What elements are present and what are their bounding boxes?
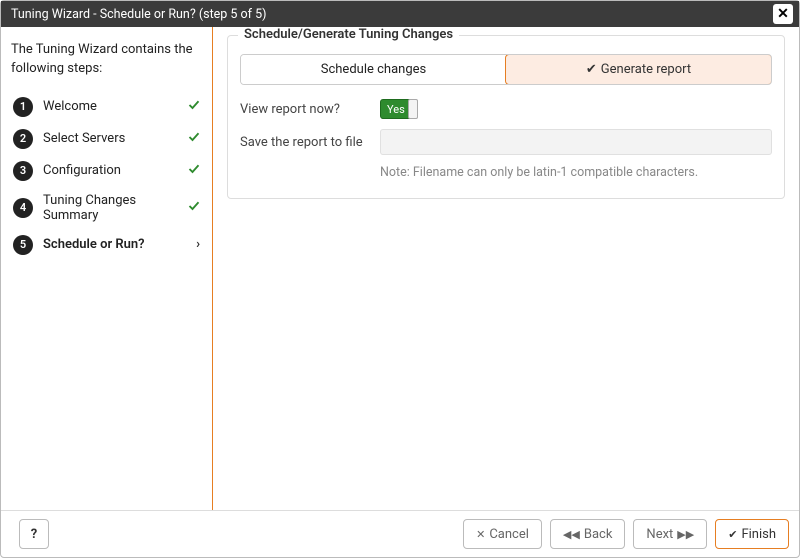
tuning-wizard-modal: Tuning Wizard - Schedule or Run? (step 5… — [0, 0, 800, 558]
close-icon: ✕ — [777, 6, 789, 22]
step-number: 3 — [13, 161, 33, 181]
forward-icon: ▶▶ — [677, 528, 694, 541]
filename-note: Note: Filename can only be latin-1 compa… — [380, 165, 772, 180]
help-button[interactable]: ? — [19, 519, 49, 549]
titlebar: Tuning Wizard - Schedule or Run? (step 5… — [1, 1, 799, 27]
step-label: Schedule or Run? — [43, 237, 190, 252]
save-report-input[interactable] — [380, 129, 772, 155]
rewind-icon: ◀◀ — [563, 528, 580, 541]
step-configuration[interactable]: 3 Configuration — [9, 155, 204, 187]
step-schedule-or-run[interactable]: 5 Schedule or Run? › — [9, 229, 204, 261]
wizard-steps: 1 Welcome 2 Select Servers 3 Configurati… — [9, 91, 204, 261]
tab-schedule-changes[interactable]: Schedule changes — [241, 55, 506, 84]
check-icon — [182, 200, 200, 216]
step-number: 1 — [13, 97, 33, 117]
button-label: Back — [584, 527, 613, 542]
step-welcome[interactable]: 1 Welcome — [9, 91, 204, 123]
step-label: Welcome — [43, 99, 176, 114]
view-report-now-label: View report now? — [240, 102, 380, 117]
toggle-knob — [408, 99, 418, 119]
check-icon — [182, 131, 200, 147]
step-number: 2 — [13, 129, 33, 149]
wizard-content: Schedule/Generate Tuning Changes Schedul… — [213, 27, 799, 510]
view-report-now-row: View report now? Yes — [240, 99, 772, 119]
action-tabs: Schedule changes ✔ Generate report — [240, 54, 772, 85]
schedule-generate-panel: Schedule/Generate Tuning Changes Schedul… — [227, 35, 785, 199]
check-icon: ✔ — [586, 62, 597, 77]
step-number: 4 — [13, 198, 33, 218]
panel-legend: Schedule/Generate Tuning Changes — [238, 27, 459, 42]
check-icon — [182, 99, 200, 115]
save-report-label: Save the report to file — [240, 135, 380, 150]
step-label: Tuning Changes Summary — [43, 193, 176, 223]
wizard-footer: ? ✕ Cancel ◀◀ Back Next ▶▶ ✔ Finish — [1, 510, 799, 557]
cancel-button[interactable]: ✕ Cancel — [463, 519, 542, 549]
sidebar-intro: The Tuning Wizard contains the following… — [11, 41, 202, 79]
close-button[interactable]: ✕ — [773, 4, 793, 24]
step-label: Configuration — [43, 163, 176, 178]
modal-body: The Tuning Wizard contains the following… — [1, 27, 799, 510]
tab-label: Generate report — [601, 62, 691, 77]
view-report-now-toggle[interactable]: Yes — [380, 99, 418, 119]
toggle-text: Yes — [387, 103, 405, 116]
save-report-row: Save the report to file — [240, 129, 772, 155]
step-select-servers[interactable]: 2 Select Servers — [9, 123, 204, 155]
tab-generate-report[interactable]: ✔ Generate report — [505, 54, 772, 85]
step-label: Select Servers — [43, 131, 176, 146]
finish-button[interactable]: ✔ Finish — [715, 519, 789, 549]
check-icon: ✔ — [728, 528, 737, 541]
button-label: Finish — [741, 527, 776, 542]
step-tuning-changes-summary[interactable]: 4 Tuning Changes Summary — [9, 187, 204, 229]
step-number: 5 — [13, 235, 33, 255]
x-icon: ✕ — [476, 528, 485, 541]
tab-label: Schedule changes — [321, 62, 426, 77]
button-label: Cancel — [489, 527, 529, 542]
window-title: Tuning Wizard - Schedule or Run? (step 5… — [11, 7, 773, 22]
wizard-sidebar: The Tuning Wizard contains the following… — [1, 27, 213, 510]
check-icon — [182, 163, 200, 179]
next-button[interactable]: Next ▶▶ — [633, 519, 707, 549]
chevron-right-icon: › — [196, 237, 200, 252]
back-button[interactable]: ◀◀ Back — [550, 519, 626, 549]
help-icon: ? — [31, 527, 37, 542]
button-label: Next — [646, 527, 673, 542]
